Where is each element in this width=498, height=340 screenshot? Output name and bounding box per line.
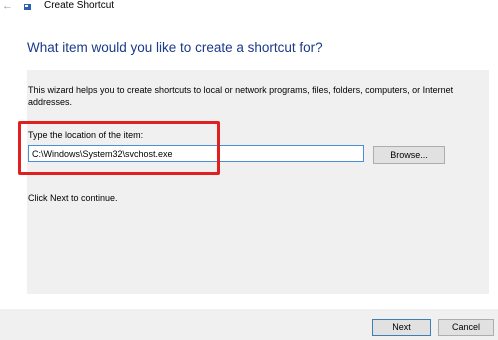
cancel-button[interactable]: Cancel xyxy=(438,319,494,336)
wizard-description: This wizard helps you to create shortcut… xyxy=(28,85,454,107)
window-title: Create Shortcut xyxy=(44,0,115,11)
next-button[interactable]: Next xyxy=(372,319,431,336)
page-heading: What item would you like to create a sho… xyxy=(27,40,323,55)
shortcut-app-icon xyxy=(24,4,31,10)
back-arrow-icon[interactable]: ← xyxy=(2,0,16,12)
highlight-box xyxy=(18,121,220,175)
browse-button[interactable]: Browse... xyxy=(373,146,445,164)
continue-hint: Click Next to continue. xyxy=(28,193,118,203)
